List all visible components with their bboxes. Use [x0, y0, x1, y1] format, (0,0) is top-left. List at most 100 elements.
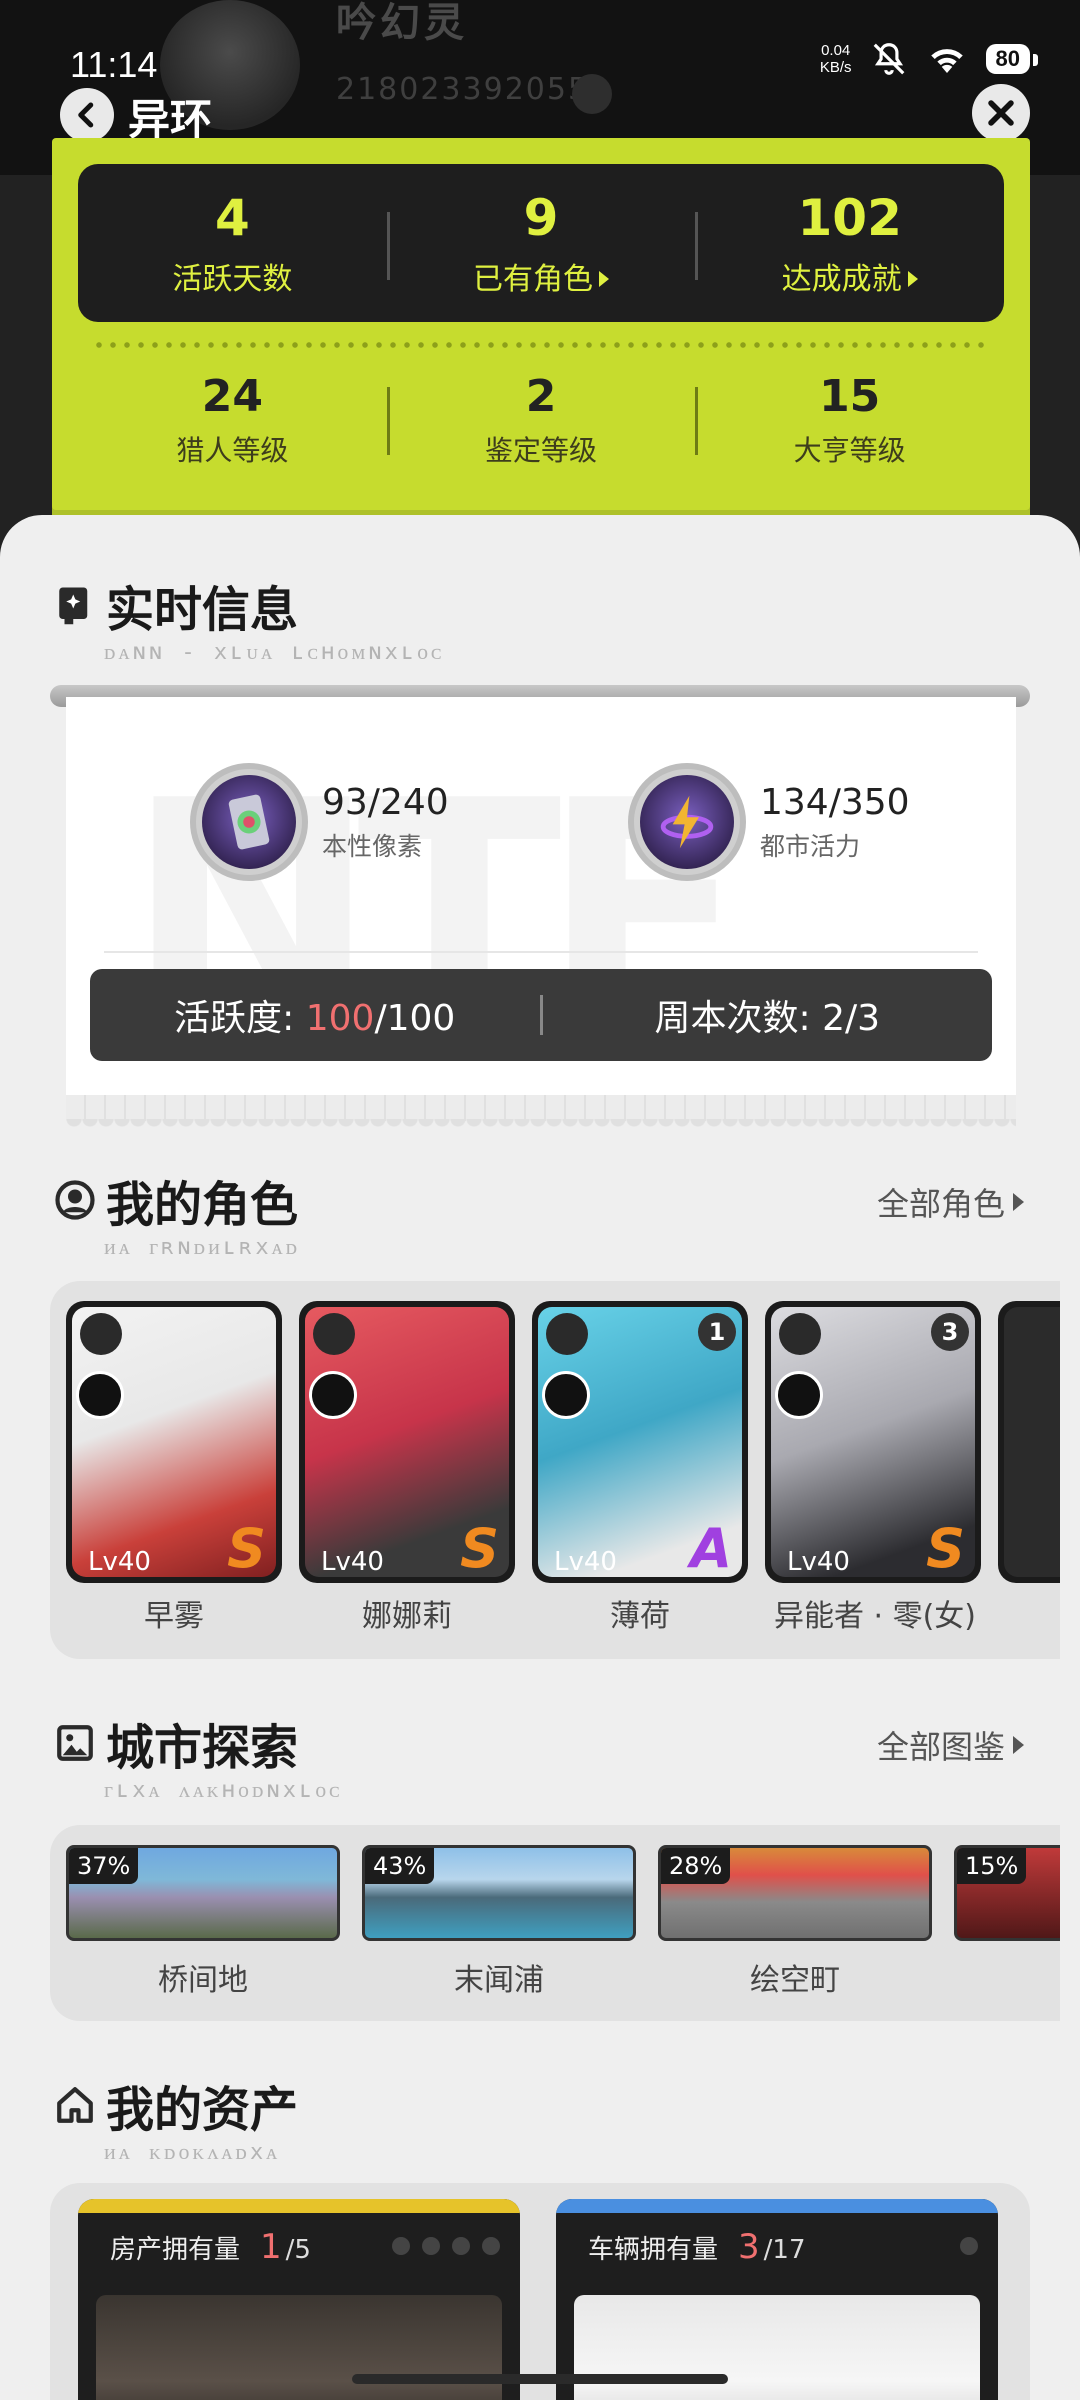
section-subtitle: ᴦʟxᴀ ᴧᴀᴋʜᴏᴅɴxʟᴏᴄ [104, 1778, 343, 1803]
stat-value: 102 [797, 189, 902, 247]
copy-uid-icon[interactable] [572, 74, 612, 114]
profile-name: 吟幻灵 [336, 0, 468, 46]
city-carousel[interactable]: 37% 桥间地 43% 末闻浦 28% 绘空町 15% [50, 1825, 1060, 2021]
stat-label: 已有角色 [387, 254, 696, 298]
character-card[interactable]: 3 Lv40 S [765, 1301, 981, 1583]
property-card[interactable]: 房产拥有量 1/5 [78, 2199, 520, 2400]
section-title: 城市探索 [106, 1720, 299, 1776]
character-card[interactable]: Lv40 S [299, 1301, 515, 1583]
characters-carousel[interactable]: Lv40 S 早雾 Lv40 S 娜娜莉 1 Lv40 A 薄荷 3 Lv40 [50, 1281, 1060, 1659]
all-characters-link[interactable]: 全部角色 [877, 1179, 1024, 1225]
activity-count: 活跃度: 100/100 [174, 998, 456, 1039]
realtime-section-header: 实时信息 [54, 570, 298, 640]
character-icon [55, 1180, 95, 1220]
character-name: 异能者 · 零(女) [773, 1599, 977, 1634]
section-title: 实时信息 [106, 582, 299, 638]
city-district-card[interactable]: 28% [658, 1845, 932, 1941]
dupe-count-badge: 1 [698, 1313, 736, 1351]
chevron-left-icon [78, 102, 94, 128]
network-speed: 0.04 KB/s [819, 42, 852, 76]
city-district-card[interactable]: 37% [66, 1845, 340, 1941]
card-stripe [78, 2199, 520, 2213]
back-button[interactable] [60, 88, 114, 142]
triangle-right-icon [1013, 1736, 1024, 1754]
realtime-card: NTE 93/240 本性像素 134/350 都市活力 活跃度: 100/10… [66, 697, 1016, 1097]
progress-dots [392, 2237, 500, 2255]
wifi-icon [930, 49, 963, 73]
stats-secondary-row: 24 猎人等级 2 鉴定等级 15 大亨等级 [78, 354, 1004, 484]
character-name: 早雾 [144, 1599, 204, 1634]
home-indicator[interactable] [352, 2374, 728, 2384]
character-level: Lv40 [321, 1547, 384, 1577]
rank-badge: A [690, 1517, 732, 1580]
exploration-percent: 15% [957, 1848, 1027, 1884]
faction-icon [779, 1313, 821, 1355]
character-card[interactable]: 1 Lv40 A [532, 1301, 748, 1583]
close-icon [988, 100, 1014, 126]
status-bar-icons: 0.04 KB/s 80 [819, 40, 1039, 78]
rank-badge: S [460, 1517, 499, 1580]
element-icon [775, 1371, 823, 1419]
character-level: Lv40 [88, 1547, 151, 1577]
activity-bar: 活跃度: 100/100 周本次数: 2/3 [90, 969, 992, 1061]
close-button[interactable] [972, 84, 1030, 142]
realtime-item-pixels: 93/240 本性像素 [190, 763, 449, 881]
section-subtitle: ᴎᴀ ᴦʀɴᴅᴎʟʀxᴀᴅ [104, 1235, 301, 1260]
faction-icon [546, 1313, 588, 1355]
realtime-label: 都市活力 [760, 831, 861, 861]
exploration-percent: 28% [661, 1848, 731, 1884]
stat-value: 4 [214, 189, 250, 247]
card-stripe [556, 2199, 998, 2213]
character-card[interactable]: Lv40 S [66, 1301, 282, 1583]
character-portrait [1004, 1307, 1060, 1577]
triangle-right-icon [1013, 1193, 1024, 1211]
city-district-name: 桥间地 [158, 1963, 248, 1998]
vehicle-card[interactable]: 车辆拥有量 3/17 [556, 2199, 998, 2400]
character-card[interactable] [998, 1301, 1060, 1583]
lightning-energy-icon [628, 763, 746, 881]
dotted-divider [92, 342, 990, 348]
pixel-card-icon [190, 763, 308, 881]
stat-label: 达成成就 [695, 254, 1004, 298]
main-sheet: 实时信息 ᴅᴀɴɴ - xʟᴜᴀ ʟᴄʜᴏᴍɴxʟᴏᴄ NTE 93/240 本… [0, 515, 1080, 2400]
element-icon [309, 1371, 357, 1419]
assets-section-header: 我的资产 [54, 2070, 298, 2140]
characters-section-header: 我的角色 [54, 1165, 298, 1235]
section-title: 我的资产 [106, 2082, 299, 2138]
realtime-value: 134/350 [760, 781, 910, 823]
stat-value: 9 [523, 189, 559, 247]
stat-active-days: 4 活跃天数 [78, 188, 387, 298]
dupe-count-badge: 3 [931, 1313, 969, 1351]
status-time: 11:14 [70, 44, 158, 85]
house-icon [57, 2087, 93, 2123]
faction-icon [80, 1313, 122, 1355]
stat-label: 活跃天数 [172, 262, 293, 297]
all-codex-link[interactable]: 全部图鉴 [877, 1722, 1024, 1768]
city-section-header: 城市探索 [54, 1708, 298, 1778]
stat-owned-characters[interactable]: 9 已有角色 [386, 188, 696, 298]
section-title: 我的角色 [106, 1177, 299, 1233]
stat-label: 鉴定等级 [485, 434, 598, 467]
vehicle-image [574, 2295, 980, 2400]
exploration-percent: 37% [69, 1848, 139, 1884]
info-card-icon [59, 587, 88, 625]
mute-bell-icon [873, 43, 904, 75]
stat-label: 大亨等级 [793, 434, 906, 467]
realtime-label: 本性像素 [322, 831, 423, 861]
stat-appraisal-level: 2 鉴定等级 [386, 369, 696, 469]
character-name: 薄荷 [610, 1599, 670, 1634]
stat-achievements[interactable]: 102 达成成就 [695, 188, 1004, 298]
exploration-percent: 43% [365, 1848, 435, 1884]
element-icon [542, 1371, 590, 1419]
faction-icon [313, 1313, 355, 1355]
stat-tycoon-level: 15 大亨等级 [695, 369, 1004, 469]
assets-panel: 房产拥有量 1/5 车辆拥有量 3/17 [50, 2183, 1030, 2400]
city-district-card[interactable]: 15% [954, 1845, 1060, 1941]
city-district-card[interactable]: 43% [362, 1845, 636, 1941]
triangle-right-icon [907, 271, 918, 287]
divider [104, 951, 978, 953]
character-name: 娜娜莉 [362, 1599, 452, 1634]
city-district-name: 末闻浦 [454, 1963, 544, 1998]
stat-hunter-level: 24 猎人等级 [78, 369, 387, 469]
weekly-count: 周本次数: 2/3 [654, 998, 880, 1039]
